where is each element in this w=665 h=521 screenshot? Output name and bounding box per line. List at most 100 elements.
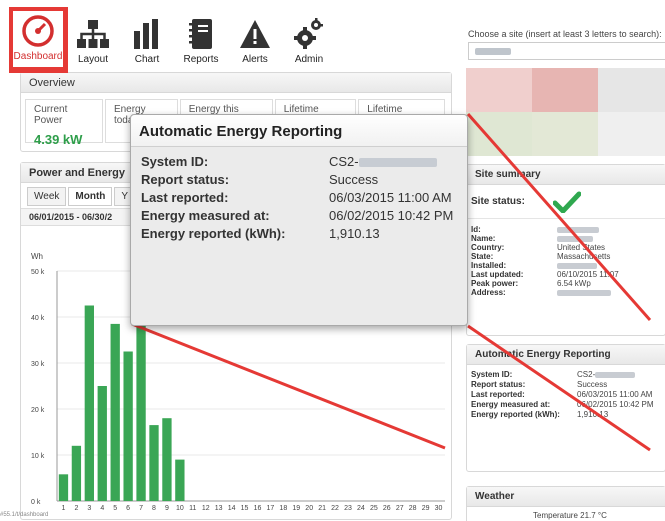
x-tick-label: 23 xyxy=(344,505,352,512)
site-search-label: Choose a site (insert at least 3 letters… xyxy=(468,29,662,39)
weather-temperature: Temperature 21.7 °C xyxy=(533,511,607,520)
summary-row-country: Country: United States xyxy=(467,243,665,252)
aer-key: System ID: xyxy=(471,370,513,379)
speedometer-icon xyxy=(20,14,56,48)
summary-key: Last updated: xyxy=(471,270,524,279)
x-tick-label: 21 xyxy=(318,505,326,512)
summary-value xyxy=(557,225,599,234)
nav-chart[interactable]: Chart xyxy=(120,8,174,70)
popup-key: Report status: xyxy=(141,172,230,187)
x-tick-label: 3 xyxy=(87,505,91,512)
popup-key: System ID: xyxy=(141,154,209,169)
x-tick-label: 27 xyxy=(396,505,404,512)
x-tick-label: 25 xyxy=(370,505,378,512)
bar xyxy=(71,445,82,501)
x-tick-label: 5 xyxy=(113,505,117,512)
bar xyxy=(136,323,146,501)
x-tick-label: 4 xyxy=(100,505,104,512)
site-status-row: Site status: xyxy=(467,185,665,219)
aer-value: CS2- xyxy=(577,370,636,379)
nav-dashboard[interactable]: Dashboard xyxy=(10,8,66,70)
gears-icon xyxy=(291,17,327,51)
bar xyxy=(149,425,159,501)
popup-row-energy-measured: Energy measured at: 06/02/2015 10:42 PM xyxy=(141,207,467,225)
popup-row-last-reported: Last reported: 06/03/2015 11:00 AM xyxy=(141,189,467,207)
x-tick-label: 8 xyxy=(152,505,156,512)
nav-alerts[interactable]: Alerts xyxy=(228,8,282,70)
x-tick-label: 7 xyxy=(139,505,143,512)
site-status-label: Site status: xyxy=(471,196,525,207)
tab-week[interactable]: Week xyxy=(27,187,67,206)
y-axis-label: Wh xyxy=(31,252,43,261)
x-tick-label: 6 xyxy=(126,505,130,512)
status-url: #55.1/t/dashboard xyxy=(0,512,49,518)
x-tick-label: 22 xyxy=(331,505,339,512)
notebook-icon xyxy=(183,17,219,51)
popup-key: Energy measured at: xyxy=(141,208,270,223)
aer-value: 06/03/2015 11:00 AM xyxy=(577,390,653,399)
aer-row-last-reported: Last reported: 06/03/2015 11:00 AM xyxy=(467,389,665,399)
nav-reports[interactable]: Reports xyxy=(174,8,228,70)
x-tick-label: 16 xyxy=(254,505,262,512)
bar xyxy=(97,386,107,501)
aer-row-energy-reported: Energy reported (kWh): 1,910.13 xyxy=(467,409,665,419)
aer-row-report-status: Report status: Success xyxy=(467,379,665,389)
summary-key: Peak power: xyxy=(471,279,519,288)
popup-rows: System ID: CS2- Report status: Success Las… xyxy=(131,147,467,243)
bar xyxy=(110,323,120,501)
nav-label: Admin xyxy=(294,54,324,65)
aer-key: Last reported: xyxy=(471,390,525,399)
popup-key: Last reported: xyxy=(141,190,229,205)
aer-panel: Automatic Energy Reporting System ID: CS2… xyxy=(466,344,665,472)
nav-label: Reports xyxy=(183,54,219,65)
popup-value: Success xyxy=(329,172,379,187)
summary-row-installed: Installed: xyxy=(467,261,665,270)
summary-value: 6.54 kWp xyxy=(557,279,591,288)
summary-key: Country: xyxy=(471,243,505,252)
aer-value: Success xyxy=(577,380,608,389)
x-tick-label: 20 xyxy=(305,505,313,512)
popup-value: 06/03/2015 11:00 AM xyxy=(329,190,452,205)
y-tick-label: 10 k xyxy=(31,453,45,460)
bar xyxy=(58,474,69,501)
weather-title: Weather xyxy=(467,487,665,507)
nav-label: Chart xyxy=(134,54,160,65)
summary-row-address: Address: xyxy=(467,288,665,297)
site-heatmap xyxy=(466,68,665,156)
x-tick-label: 28 xyxy=(409,505,417,512)
aer-row-energy-measured: Energy measured at: 06/02/2015 10:42 PM xyxy=(467,399,665,409)
tab-month[interactable]: Month xyxy=(68,187,113,206)
nav-layout[interactable]: Layout xyxy=(66,8,120,70)
aer-key: Energy reported (kWh): xyxy=(471,410,560,419)
popup-value: 06/02/2015 10:42 PM xyxy=(329,208,454,223)
summary-key: Installed: xyxy=(471,261,507,270)
summary-value: Massachusetts xyxy=(557,252,611,261)
x-tick-label: 17 xyxy=(267,505,275,512)
site-summary-panel: Site summary Site status: Id: Name: Coun… xyxy=(466,164,665,336)
bar xyxy=(84,305,94,501)
aer-key: Energy measured at: xyxy=(471,400,551,409)
overview-cell-value: 4.39 kW xyxy=(34,132,83,147)
summary-value: United States xyxy=(557,243,606,252)
site-summary-title: Site summary xyxy=(467,165,665,185)
nav-label: Layout xyxy=(77,54,109,65)
redacted-text xyxy=(475,48,511,55)
summary-key: Address: xyxy=(471,288,506,297)
nav-admin[interactable]: Admin xyxy=(282,8,336,70)
summary-row-peak-power: Peak power: 6.54 kWp xyxy=(467,279,665,288)
y-tick-label: 40 k xyxy=(31,315,45,322)
weather-panel: Weather Temperature 21.7 °C xyxy=(466,486,665,521)
summary-row-id: Id: xyxy=(467,225,665,234)
x-tick-label: 18 xyxy=(279,505,287,512)
summary-value: 06/10/2015 11:07 xyxy=(557,270,619,279)
x-tick-label: 1 xyxy=(62,505,66,512)
overview-title: Overview xyxy=(21,73,451,93)
nav-label: Dashboard xyxy=(13,51,63,62)
site-search-input[interactable] xyxy=(468,42,665,60)
aer-row-system-id: System ID: CS2- xyxy=(467,369,665,379)
x-tick-label: 15 xyxy=(241,505,249,512)
x-tick-label: 30 xyxy=(435,505,443,512)
aer-key: Report status: xyxy=(471,380,526,389)
x-tick-label: 26 xyxy=(383,505,391,512)
bar xyxy=(175,459,185,501)
